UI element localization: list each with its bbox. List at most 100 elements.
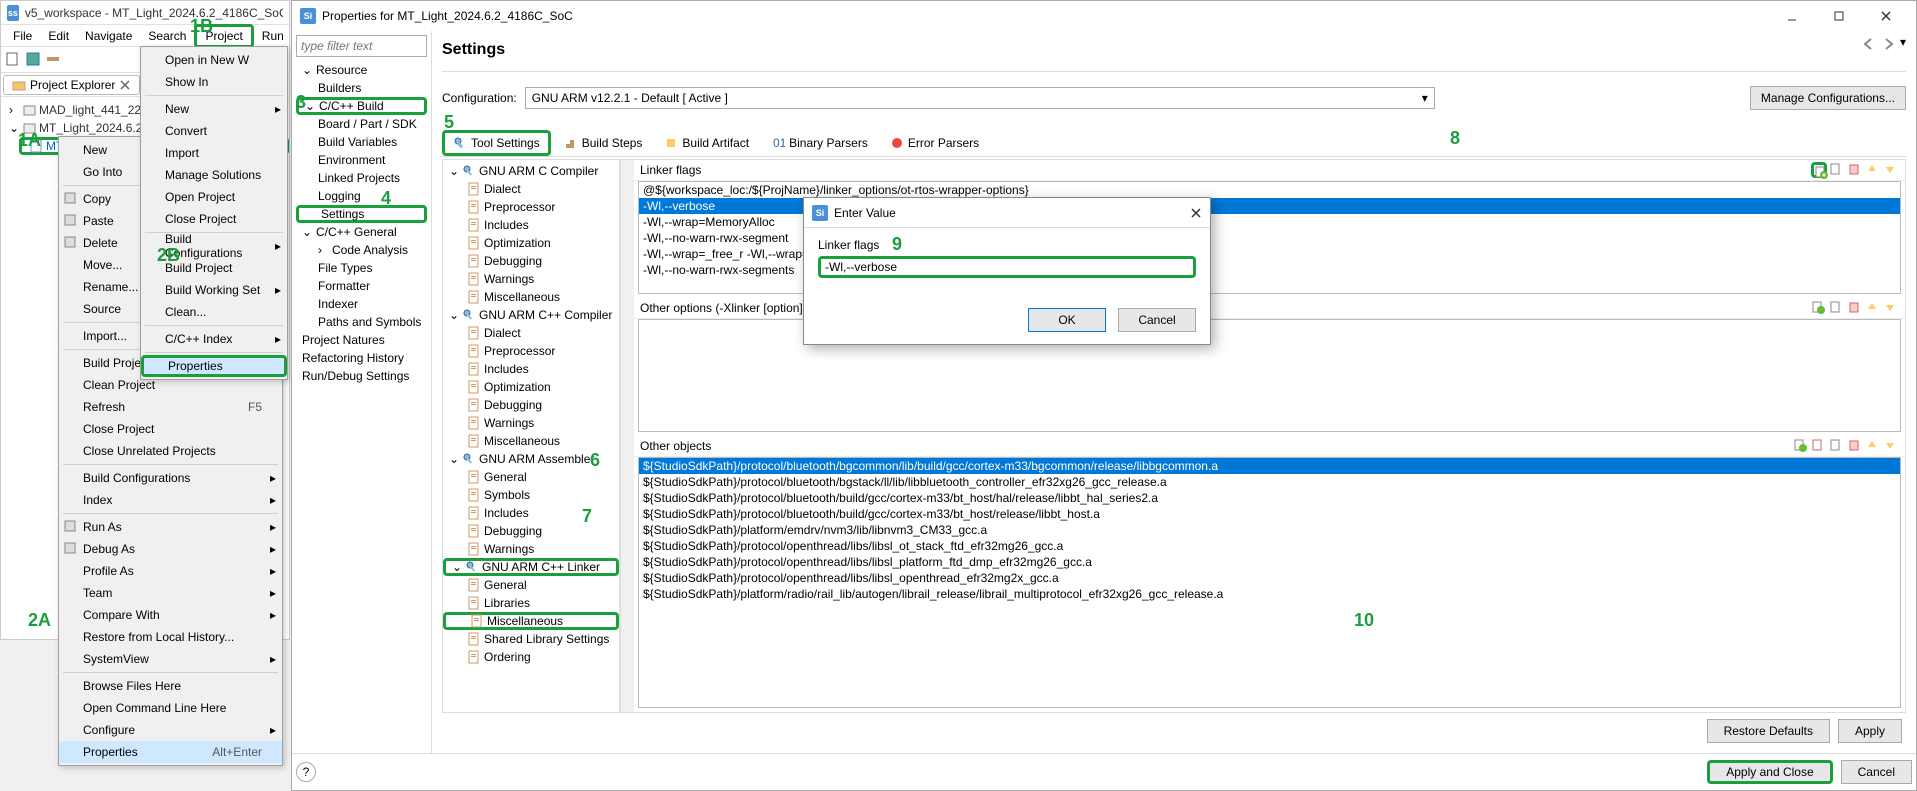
restore-defaults-button[interactable]: Restore Defaults xyxy=(1707,719,1830,743)
list-item[interactable]: ${StudioSdkPath}/protocol/bluetooth/buil… xyxy=(639,490,1900,506)
tab-build-artifact[interactable]: Build Artifact xyxy=(655,130,758,156)
add-entry-icon[interactable] xyxy=(1793,438,1809,454)
add-entry-icon[interactable] xyxy=(1811,162,1827,178)
menu-item[interactable]: Properties xyxy=(141,355,287,377)
move-down-icon[interactable] xyxy=(1883,162,1899,178)
tool-tree-item[interactable]: Miscellaneous xyxy=(443,612,619,630)
context-menu-item[interactable]: Team▸ xyxy=(59,582,282,604)
tool-tree-scrollbar[interactable] xyxy=(620,160,634,712)
menu-item[interactable]: Close Project xyxy=(141,208,287,230)
close-button[interactable] xyxy=(1863,4,1908,28)
tab-build-steps[interactable]: Build Steps xyxy=(555,130,652,156)
context-menu-item[interactable]: Compare With▸ xyxy=(59,604,282,626)
menu-item[interactable]: Open in New W xyxy=(141,49,287,71)
chevron-right-icon[interactable]: › xyxy=(9,103,21,117)
menu-run[interactable]: Run xyxy=(254,27,292,45)
cancel-button[interactable]: Cancel xyxy=(1118,308,1196,332)
menu-edit[interactable]: Edit xyxy=(40,27,77,45)
properties-tree-item[interactable]: Formatter xyxy=(296,277,427,295)
menu-item[interactable]: Manage Solutions xyxy=(141,164,287,186)
list-item[interactable]: ${StudioSdkPath}/protocol/bluetooth/bgst… xyxy=(639,474,1900,490)
menu-navigate[interactable]: Navigate xyxy=(77,27,140,45)
hammer-icon[interactable] xyxy=(45,51,63,69)
tool-tree-item[interactable]: Optimization xyxy=(443,378,619,396)
menu-item[interactable]: Build Working Set▸ xyxy=(141,279,287,301)
new-icon[interactable] xyxy=(5,51,23,69)
menu-item[interactable]: Open Project xyxy=(141,186,287,208)
context-menu-item[interactable]: Close Unrelated Projects xyxy=(59,440,282,462)
tool-tree-item[interactable]: Symbols xyxy=(443,486,619,504)
properties-tree-item[interactable]: Build Variables xyxy=(296,133,427,151)
tool-tree-item[interactable]: Preprocessor xyxy=(443,342,619,360)
properties-tree-item[interactable]: Linked Projects xyxy=(296,169,427,187)
ok-button[interactable]: OK xyxy=(1028,308,1106,332)
help-icon[interactable]: ? xyxy=(296,762,316,782)
properties-tree-item[interactable]: ⌄C/C++ Build xyxy=(296,97,427,115)
list-item[interactable]: ${StudioSdkPath}/protocol/openthread/lib… xyxy=(639,570,1900,586)
properties-tree-item[interactable]: Logging xyxy=(296,187,427,205)
tab-error-parsers[interactable]: Error Parsers xyxy=(881,130,988,156)
tool-tree-item[interactable]: Miscellaneous xyxy=(443,288,619,306)
add-entry-icon[interactable] xyxy=(1811,300,1827,316)
context-menu-item[interactable]: Restore from Local History... xyxy=(59,626,282,648)
delete-entry-icon[interactable] xyxy=(1847,438,1863,454)
list-item[interactable]: ${StudioSdkPath}/platform/radio/rail_lib… xyxy=(639,586,1900,602)
move-up-icon[interactable] xyxy=(1865,300,1881,316)
list-item[interactable]: ${StudioSdkPath}/protocol/openthread/lib… xyxy=(639,554,1900,570)
menu-item[interactable]: Clean... xyxy=(141,301,287,323)
menu-item[interactable]: New▸ xyxy=(141,98,287,120)
menu-item[interactable]: Import xyxy=(141,142,287,164)
context-menu-item[interactable]: Configure▸ xyxy=(59,719,282,741)
tool-tree-item[interactable]: Includes xyxy=(443,216,619,234)
tool-tree-item[interactable]: ⌄GNU ARM C Compiler xyxy=(443,162,619,180)
tool-tree-item[interactable]: Debugging xyxy=(443,252,619,270)
properties-tree-item[interactable]: Indexer xyxy=(296,295,427,313)
tab-binary-parsers[interactable]: 01Binary Parsers xyxy=(762,130,877,156)
save-icon[interactable] xyxy=(25,51,43,69)
context-menu-item[interactable]: RefreshF5 xyxy=(59,396,282,418)
edit-entry-icon[interactable] xyxy=(1829,162,1845,178)
context-menu-item[interactable]: Debug As▸ xyxy=(59,538,282,560)
properties-tree-item[interactable]: Refactoring History xyxy=(296,349,427,367)
maximize-button[interactable] xyxy=(1816,4,1861,28)
list-item[interactable]: ${StudioSdkPath}/platform/emdrv/nvm3/lib… xyxy=(639,522,1900,538)
tool-tree-item[interactable]: Debugging xyxy=(443,522,619,540)
move-up-icon[interactable] xyxy=(1865,162,1881,178)
tool-tree-item[interactable]: Includes xyxy=(443,360,619,378)
properties-tree-item[interactable]: Environment xyxy=(296,151,427,169)
tool-tree-item[interactable]: Ordering xyxy=(443,648,619,666)
menu-file[interactable]: File xyxy=(5,27,40,45)
list-item[interactable]: @${workspace_loc:/${ProjName}/linker_opt… xyxy=(639,182,1900,198)
properties-tree-item[interactable]: Builders xyxy=(296,79,427,97)
context-menu-item[interactable]: Run As▸ xyxy=(59,516,282,538)
properties-tree-item[interactable]: ⌄C/C++ General xyxy=(296,223,427,241)
edit-entry-icon[interactable] xyxy=(1829,438,1845,454)
tool-tree-item[interactable]: Dialect xyxy=(443,324,619,342)
properties-tree-item[interactable]: Project Natures xyxy=(296,331,427,349)
tool-tree-item[interactable]: Warnings xyxy=(443,540,619,558)
properties-tree-item[interactable]: Paths and Symbols xyxy=(296,313,427,331)
properties-tree-item[interactable]: ›Code Analysis xyxy=(296,241,427,259)
delete-entry-icon[interactable] xyxy=(1847,300,1863,316)
context-menu-item[interactable]: SystemView▸ xyxy=(59,648,282,670)
close-button[interactable] xyxy=(1190,207,1202,219)
enter-value-input[interactable] xyxy=(818,256,1196,278)
tool-tree-item[interactable]: ⌄GNU ARM C++ Compiler xyxy=(443,306,619,324)
context-menu-item[interactable]: Build Configurations▸ xyxy=(59,467,282,489)
tool-tree-item[interactable]: General xyxy=(443,576,619,594)
tool-tree-item[interactable]: Warnings xyxy=(443,414,619,432)
context-menu-item[interactable]: Close Project xyxy=(59,418,282,440)
context-menu-item[interactable]: Profile As▸ xyxy=(59,560,282,582)
tool-tree-item[interactable]: Libraries xyxy=(443,594,619,612)
menu-item[interactable]: C/C++ Index▸ xyxy=(141,328,287,350)
manage-configurations-button[interactable]: Manage Configurations... xyxy=(1750,86,1906,110)
filter-input[interactable] xyxy=(296,35,427,57)
move-down-icon[interactable] xyxy=(1883,438,1899,454)
tool-tree-item[interactable]: Shared Library Settings xyxy=(443,630,619,648)
properties-tree-item[interactable]: ⌄Resource xyxy=(296,61,427,79)
other-objects-list[interactable]: ${StudioSdkPath}/protocol/bluetooth/bgco… xyxy=(638,457,1901,708)
close-icon[interactable] xyxy=(119,79,131,91)
apply-button[interactable]: Apply xyxy=(1838,719,1902,743)
project-explorer-tab[interactable]: Project Explorer xyxy=(3,75,140,95)
tool-tree-item[interactable]: ⌄GNU ARM C++ Linker xyxy=(443,558,619,576)
